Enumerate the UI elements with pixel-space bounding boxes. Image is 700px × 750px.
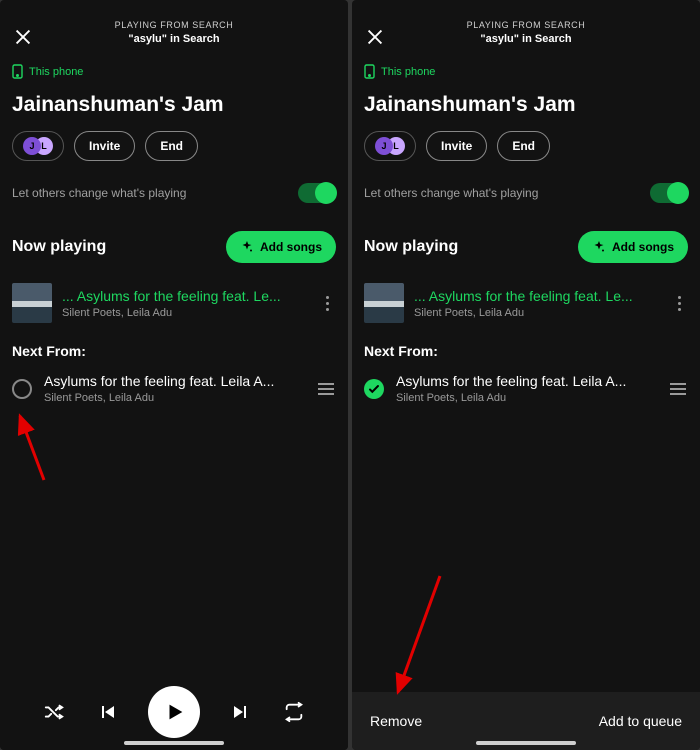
- drag-handle-icon[interactable]: [668, 383, 688, 395]
- drag-handle-icon[interactable]: [316, 383, 336, 395]
- device-label: This phone: [29, 66, 83, 78]
- toggle-label: Let others change what's playing: [12, 186, 186, 200]
- participants-pill[interactable]: J L: [364, 131, 416, 161]
- device-indicator[interactable]: This phone: [364, 64, 688, 79]
- avatar: J: [23, 137, 41, 155]
- annotation-arrow: [12, 410, 52, 495]
- more-icon[interactable]: [318, 296, 336, 311]
- context-line: PLAYING FROM SEARCH: [34, 20, 314, 30]
- invite-button[interactable]: Invite: [426, 131, 487, 161]
- next-from-heading: Next From:: [12, 343, 336, 359]
- annotation-arrow: [388, 570, 448, 705]
- remove-button[interactable]: Remove: [370, 713, 422, 729]
- invite-button[interactable]: Invite: [74, 131, 135, 161]
- close-icon[interactable]: [12, 26, 34, 48]
- next-icon[interactable]: [229, 700, 253, 724]
- add-songs-button[interactable]: Add songs: [578, 231, 688, 263]
- end-button[interactable]: End: [497, 131, 550, 161]
- track-title: Asylums for the feeling feat. Leila A...: [396, 373, 656, 389]
- toggle-label: Let others change what's playing: [364, 186, 538, 200]
- phone-icon: [12, 64, 23, 79]
- sparkle-icon: [592, 240, 606, 254]
- now-playing-heading: Now playing: [364, 238, 458, 256]
- context-search-term: "asylu" in Search: [34, 33, 314, 45]
- track-title: Asylums for the feeling feat. Leila A...: [44, 373, 304, 389]
- repeat-icon[interactable]: [283, 701, 305, 723]
- page-title: Jainanshuman's Jam: [12, 93, 336, 117]
- now-playing-heading: Now playing: [12, 238, 106, 256]
- home-indicator: [124, 741, 224, 745]
- queue-screen-selected: PLAYING FROM SEARCH "asylu" in Search Th…: [352, 0, 700, 750]
- track-title: ... Asylums for the feeling feat. Le...: [414, 288, 660, 304]
- context-line: PLAYING FROM SEARCH: [386, 20, 666, 30]
- avatar: J: [375, 137, 393, 155]
- now-playing-track[interactable]: ... Asylums for the feeling feat. Le... …: [12, 283, 336, 323]
- end-button[interactable]: End: [145, 131, 198, 161]
- device-indicator[interactable]: This phone: [12, 64, 336, 79]
- close-icon[interactable]: [364, 26, 386, 48]
- more-icon[interactable]: [670, 296, 688, 311]
- queue-screen-unselected: PLAYING FROM SEARCH "asylu" in Search Th…: [0, 0, 348, 750]
- now-playing-track[interactable]: ... Asylums for the feeling feat. Le... …: [364, 283, 688, 323]
- select-circle-checked[interactable]: [364, 379, 384, 399]
- album-cover: [364, 283, 404, 323]
- track-title: ... Asylums for the feeling feat. Le...: [62, 288, 308, 304]
- previous-icon[interactable]: [95, 700, 119, 724]
- queue-item[interactable]: Asylums for the feeling feat. Leila A...…: [364, 373, 688, 404]
- track-artist: Silent Poets, Leila Adu: [44, 392, 304, 404]
- context-search-term: "asylu" in Search: [386, 33, 666, 45]
- track-artist: Silent Poets, Leila Adu: [414, 307, 660, 319]
- add-songs-button[interactable]: Add songs: [226, 231, 336, 263]
- track-artist: Silent Poets, Leila Adu: [396, 392, 656, 404]
- next-from-heading: Next From:: [364, 343, 688, 359]
- collab-toggle[interactable]: [650, 183, 688, 203]
- shuffle-icon[interactable]: [43, 701, 65, 723]
- play-button[interactable]: [148, 686, 200, 738]
- phone-icon: [364, 64, 375, 79]
- queue-item[interactable]: Asylums for the feeling feat. Leila A...…: [12, 373, 336, 404]
- add-to-queue-button[interactable]: Add to queue: [599, 713, 682, 729]
- album-cover: [12, 283, 52, 323]
- device-label: This phone: [381, 66, 435, 78]
- select-circle[interactable]: [12, 379, 32, 399]
- participants-pill[interactable]: J L: [12, 131, 64, 161]
- collab-toggle[interactable]: [298, 183, 336, 203]
- track-artist: Silent Poets, Leila Adu: [62, 307, 308, 319]
- home-indicator: [476, 741, 576, 745]
- sparkle-icon: [240, 240, 254, 254]
- page-title: Jainanshuman's Jam: [364, 93, 688, 117]
- player-controls: [0, 674, 348, 750]
